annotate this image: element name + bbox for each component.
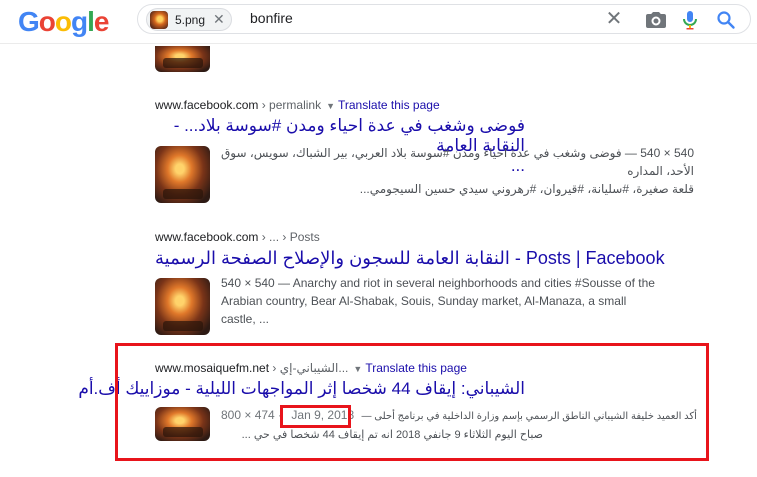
microphone-icon[interactable] <box>678 8 702 32</box>
search-box[interactable]: 5.png ✕ ✕ <box>137 4 751 34</box>
result-snippet: 540 × 540 — فوضى وشغب في عدة احياء ومدن … <box>221 144 694 198</box>
logo-letter: l <box>87 6 95 37</box>
search-icon[interactable] <box>714 8 738 32</box>
search-result: www.facebook.com › ... › Posts النقابة ا… <box>155 230 695 340</box>
result-thumbnail[interactable] <box>155 146 210 203</box>
result-thumbnail[interactable] <box>155 278 210 335</box>
result-title[interactable]: النقابة العامة للسجون والإصلاح الصفحة ال… <box>155 248 695 268</box>
highlight-frame <box>115 343 709 461</box>
result-site: www.facebook.com <box>155 230 259 244</box>
search-result: www.facebook.com › permalink ▼ Translate t… <box>155 98 695 213</box>
result-site: www.facebook.com <box>155 98 259 112</box>
camera-icon[interactable] <box>644 8 668 32</box>
logo-letter: o <box>38 6 56 37</box>
image-query-chip[interactable]: 5.png ✕ <box>146 8 232 31</box>
clear-icon[interactable]: ✕ <box>602 8 626 32</box>
snippet-line: قلعة صغيرة، #سليانة، #قيروان، #رهروني سي… <box>359 182 694 196</box>
image-thumbnail <box>150 11 168 29</box>
result-breadcrumb: › permalink <box>258 98 322 112</box>
result-breadcrumb: › ... › Posts <box>258 230 320 244</box>
logo-letter: o <box>54 6 72 37</box>
search-input[interactable] <box>250 10 580 26</box>
translate-link[interactable]: Translate this page <box>338 98 440 112</box>
result-url[interactable]: www.facebook.com › ... › Posts <box>155 230 695 244</box>
snippet-line: 540 × 540 — فوضى وشغب في عدة احياء ومدن … <box>221 146 694 178</box>
google-logo[interactable]: Google <box>18 6 110 38</box>
search-header: Google 5.png ✕ ✕ <box>0 0 757 44</box>
image-chip-filename: 5.png <box>175 13 206 27</box>
logo-letter: g <box>71 6 88 37</box>
result-url[interactable]: www.facebook.com › permalink ▼ Translate t… <box>155 98 695 112</box>
result-snippet: 540 × 540 — Anarchy and riot in several … <box>221 274 671 328</box>
result-thumbnail[interactable] <box>155 46 210 72</box>
snippet-line: 540 × 540 — Anarchy and riot in several … <box>221 276 655 290</box>
date-highlight-frame <box>280 405 351 428</box>
logo-letter: e <box>93 6 110 37</box>
caret-down-icon[interactable]: ▼ <box>326 101 335 111</box>
snippet-line: Arabian country, Bear Al-Shabak, Souis, … <box>221 294 627 308</box>
logo-letter: G <box>18 6 40 37</box>
snippet-line: castle, ... <box>221 312 270 326</box>
remove-image-icon[interactable]: ✕ <box>213 11 225 28</box>
